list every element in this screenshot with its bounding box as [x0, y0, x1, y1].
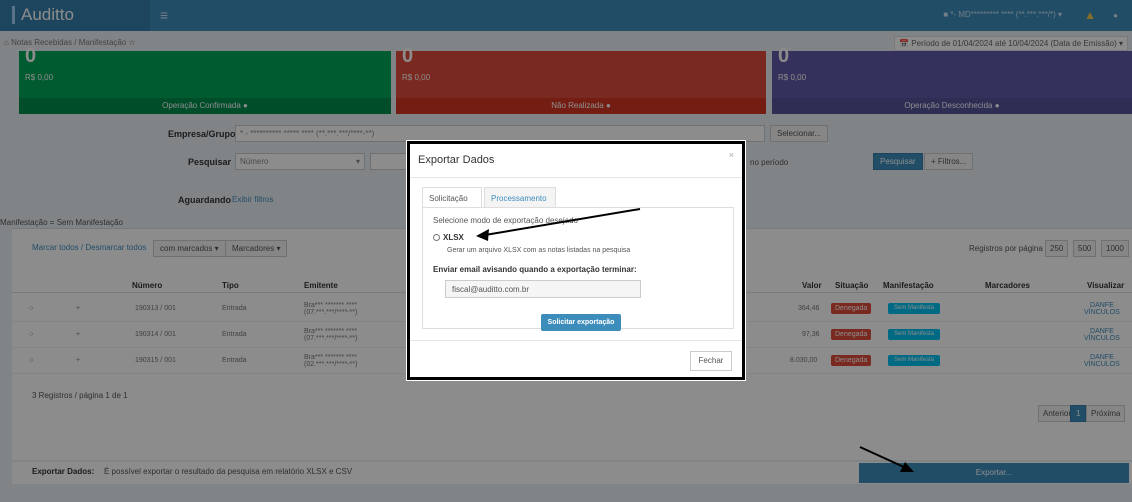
- tab-panel: Selecione modo de exportação desejado XL…: [422, 207, 734, 331]
- xlsx-option[interactable]: XLSX: [433, 233, 464, 242]
- tab-solicitacao[interactable]: Solicitação: [422, 187, 482, 208]
- close-icon[interactable]: ×: [729, 150, 734, 160]
- modal-title: Exportar Dados: [418, 154, 495, 166]
- request-export-button[interactable]: Solicitar exportação: [541, 314, 621, 331]
- radio-icon[interactable]: [433, 234, 440, 241]
- email-field[interactable]: [445, 280, 641, 298]
- divider: [410, 340, 742, 341]
- email-label: Enviar email avisando quando a exportaçã…: [433, 265, 637, 274]
- xlsx-option-desc: Gerar um arquivo XLSX com as notas lista…: [447, 247, 631, 254]
- tab-processamento[interactable]: Processamento: [484, 187, 556, 208]
- export-modal: Exportar Dados × Solicitação Processamen…: [407, 141, 745, 380]
- export-mode-hint: Selecione modo de exportação desejado: [433, 216, 578, 225]
- close-button[interactable]: Fechar: [690, 351, 732, 371]
- divider: [410, 177, 742, 178]
